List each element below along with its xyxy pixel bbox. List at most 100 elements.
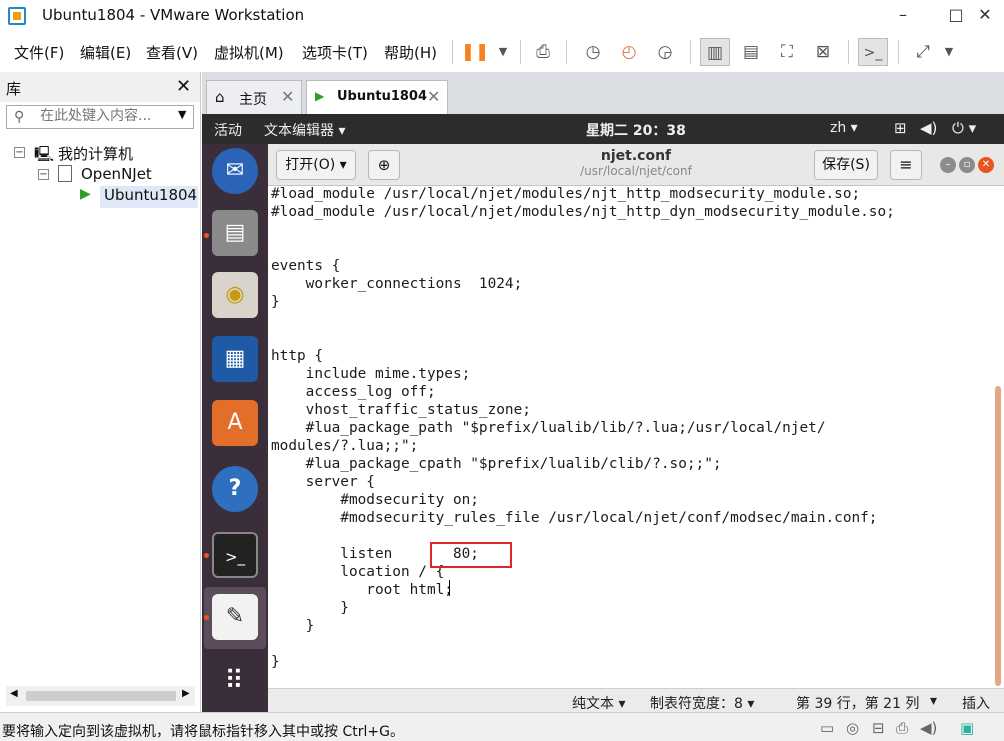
new-document-button[interactable]: ⊕: [368, 150, 400, 180]
scrollbar-thumb[interactable]: [26, 691, 176, 701]
window-title: Ubuntu1804 - VMware Workstation: [42, 6, 305, 24]
show-library-icon[interactable]: ▥: [700, 38, 730, 66]
fullscreen-icon[interactable]: ⛶: [772, 38, 802, 66]
tree-item-my-computer[interactable]: 我的计算机: [58, 143, 133, 164]
terminal-icon[interactable]: >_: [212, 532, 258, 578]
app-menu[interactable]: 文本编辑器 ▾: [264, 120, 345, 140]
menu-edit[interactable]: 编辑(E): [80, 42, 131, 63]
snapshot-manager-icon[interactable]: ◶: [650, 38, 680, 66]
library-search-input[interactable]: [40, 108, 165, 124]
minimize-button[interactable]: –: [890, 4, 916, 26]
library-title: 库: [6, 80, 22, 98]
pause-icon[interactable]: ❚❚: [460, 38, 490, 66]
vmware-app-icon: [8, 7, 26, 25]
scroll-left-icon[interactable]: ◀: [10, 688, 18, 699]
toolbar-separator: [898, 40, 899, 64]
chevron-down-icon[interactable]: ▼: [934, 38, 964, 66]
power-icon[interactable]: ⏻ ▾: [952, 119, 976, 137]
libreoffice-writer-icon[interactable]: ▦: [212, 336, 258, 382]
tab-home[interactable]: ⌂ 主页 ✕: [206, 80, 302, 114]
gedit-headerbar: 打开(O) ▾ ⊕ njet.conf /usr/local/njet/conf…: [268, 144, 1004, 186]
rhythmbox-icon[interactable]: ◉: [212, 272, 258, 318]
editor-scrollbar[interactable]: [995, 386, 1001, 686]
menu-help[interactable]: 帮助(H): [384, 42, 437, 63]
text-editor-icon[interactable]: ✎: [212, 594, 258, 640]
computer-icon: 🖳: [34, 145, 55, 163]
help-icon[interactable]: ?: [212, 466, 258, 512]
vmware-titlebar: Ubuntu1804 - VMware Workstation – □ ✕: [0, 0, 1004, 32]
tree-collapse-toggle[interactable]: −: [14, 147, 25, 158]
chevron-down-icon[interactable]: ▼: [178, 108, 186, 121]
status-message: 要将输入定向到该虚拟机，请将鼠标指针移入其中或按 Ctrl+G。: [2, 724, 404, 740]
close-icon[interactable]: ✕: [427, 87, 440, 106]
close-icon[interactable]: ✕: [281, 87, 294, 106]
input-method-indicator[interactable]: zh ▾: [830, 120, 858, 136]
open-button[interactable]: 打开(O) ▾: [276, 150, 356, 180]
send-keys-icon[interactable]: ⎙: [528, 38, 558, 66]
software-center-icon[interactable]: A: [212, 400, 258, 446]
search-icon: ⚲: [14, 109, 25, 125]
files-icon[interactable]: ▤: [212, 210, 258, 256]
tab-ubuntu1804-label: Ubuntu1804: [337, 89, 428, 104]
sound-icon[interactable]: ◀): [920, 719, 937, 737]
running-indicator: [204, 615, 209, 620]
document-title: njet.conf: [600, 148, 672, 164]
ubuntu-top-bar: 活动 文本编辑器 ▾ 星期二 20：38 zh ▾ ⊞ ◀) ⏻ ▾: [202, 114, 1004, 144]
chevron-down-icon[interactable]: ▼: [488, 38, 518, 66]
cd-dvd-icon[interactable]: ◎: [846, 719, 859, 737]
close-icon[interactable]: ✕: [978, 157, 994, 173]
menu-file[interactable]: 文件(F): [14, 42, 64, 63]
toolbar-separator: [690, 40, 691, 64]
network-icon[interactable]: ⊞: [894, 119, 907, 137]
console-view-icon[interactable]: >_: [858, 38, 888, 66]
maximize-button[interactable]: □: [943, 4, 969, 26]
minimize-icon[interactable]: –: [940, 157, 956, 173]
printer-icon[interactable]: ⎙: [896, 719, 908, 737]
close-window-button[interactable]: ✕: [972, 4, 998, 26]
menu-tabs[interactable]: 选项卡(T): [302, 42, 368, 63]
ubuntu-dock: ✉ ▤ ◉ ▦ A ? >_ ✎ ⠿: [202, 144, 268, 712]
tab-ubuntu1804[interactable]: ▶ Ubuntu1804 ✕: [306, 80, 448, 114]
vm-tab-bar: ⌂ 主页 ✕ ▶ Ubuntu1804 ✕: [202, 72, 1004, 114]
library-header: 库 ✕: [0, 72, 200, 102]
running-indicator: [204, 233, 209, 238]
text-editor-area[interactable]: #load_module /usr/local/njet/modules/njt…: [268, 186, 1004, 688]
thunderbird-icon[interactable]: ✉: [212, 148, 258, 194]
show-applications-icon[interactable]: ⠿: [212, 658, 258, 704]
revert-snapshot-icon[interactable]: ◴: [614, 38, 644, 66]
maximize-icon[interactable]: ▫: [959, 157, 975, 173]
tree-item-openNJet[interactable]: OpenNJet: [81, 165, 152, 183]
tab-home-label: 主页: [239, 92, 267, 108]
vm-icon: ▶: [315, 89, 325, 103]
hard-disk-icon[interactable]: ▭: [820, 719, 834, 737]
unity-icon[interactable]: ⊠: [808, 38, 838, 66]
chevron-down-icon[interactable]: ▾: [930, 693, 937, 709]
tab-width-selector[interactable]: 制表符宽度：8 ▾: [650, 693, 754, 713]
scroll-right-icon[interactable]: ▶: [182, 688, 190, 699]
tree-item-ubuntu1804[interactable]: Ubuntu1804: [100, 186, 198, 208]
menu-vm[interactable]: 虚拟机(M): [214, 42, 284, 63]
message-log-icon[interactable]: ▣: [960, 719, 974, 737]
network-adapter-icon[interactable]: ⊟: [872, 719, 885, 737]
cursor-position[interactable]: 第 39 行，第 21 列: [796, 693, 919, 713]
menu-toolbar: 文件(F) 编辑(E) 查看(V) 虚拟机(M) 选项卡(T) 帮助(H) ❚❚…: [0, 32, 1004, 72]
menu-view[interactable]: 查看(V): [146, 42, 198, 63]
volume-icon[interactable]: ◀): [920, 119, 937, 137]
save-button[interactable]: 保存(S): [814, 150, 878, 180]
close-library-button[interactable]: ✕: [176, 76, 191, 97]
activities-button[interactable]: 活动: [214, 120, 242, 140]
syntax-selector[interactable]: 纯文本 ▾: [572, 693, 625, 713]
library-horizontal-scrollbar[interactable]: ◀ ▶: [6, 686, 195, 706]
file-content[interactable]: #load_module /usr/local/njet/modules/njt…: [271, 186, 895, 671]
thumbnail-bar-icon[interactable]: ▤: [736, 38, 766, 66]
hamburger-menu-button[interactable]: ≡: [890, 150, 922, 180]
running-vm-icon: ▶: [80, 186, 91, 202]
listen-port-highlight: [430, 542, 512, 568]
clock[interactable]: 星期二 20：38: [586, 120, 686, 140]
toolbar-separator: [520, 40, 521, 64]
home-icon: ⌂: [215, 88, 225, 106]
text-cursor: [449, 580, 450, 596]
tree-collapse-toggle[interactable]: −: [38, 169, 49, 180]
snapshot-icon[interactable]: ◷: [578, 38, 608, 66]
folder-icon: [58, 165, 72, 182]
